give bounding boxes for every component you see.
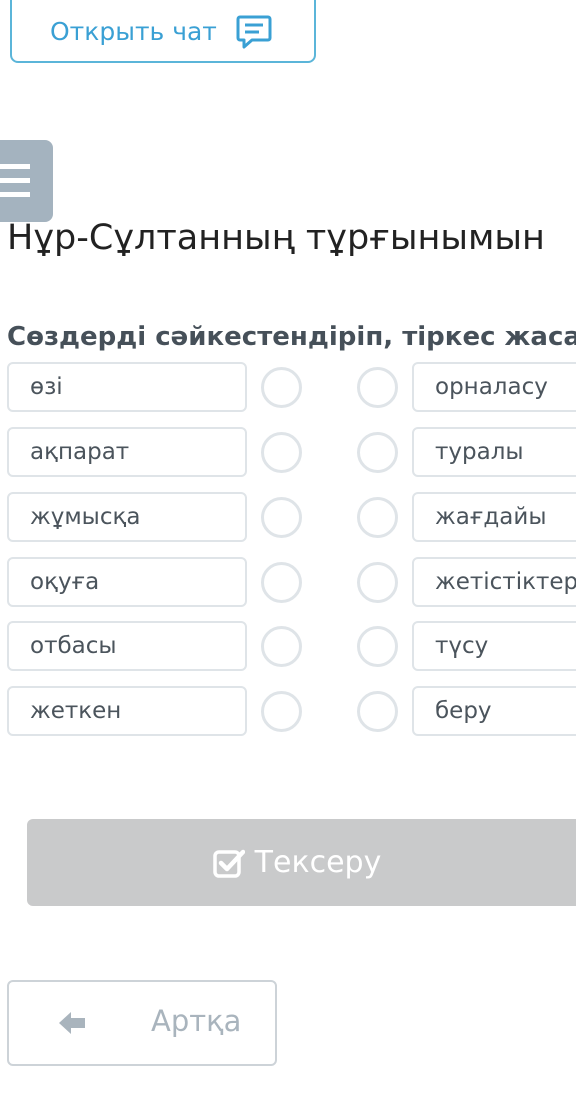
task-instruction: Сөздерді сәйкестендіріп, тіркес жаса. (7, 322, 576, 352)
right-connector-circle[interactable] (357, 626, 398, 667)
left-connector-circle[interactable] (261, 367, 302, 408)
right-word-item[interactable]: туралы (412, 427, 576, 477)
right-word-item[interactable]: жағдайы (412, 492, 576, 542)
left-connector-circle[interactable] (261, 691, 302, 732)
arrow-left-icon (57, 1009, 87, 1041)
left-word-item[interactable]: ақпарат (7, 427, 247, 477)
left-word-item[interactable]: өзі (7, 362, 247, 412)
open-chat-button[interactable]: Открыть чат (10, 0, 316, 63)
left-connector-circle[interactable] (261, 497, 302, 538)
chat-bubble-icon (235, 13, 273, 51)
checkbox-check-icon (212, 848, 255, 878)
back-button[interactable]: Артқа (7, 980, 277, 1066)
right-connector-circle[interactable] (357, 562, 398, 603)
left-word-item[interactable]: жұмысқа (7, 492, 247, 542)
check-button-label: Тексеру (254, 845, 382, 880)
page-title: Нұр-Сұлтанның тұрғынымын (7, 218, 545, 258)
left-connector-circle[interactable] (261, 626, 302, 667)
menu-button[interactable] (0, 140, 53, 222)
left-connector-circle[interactable] (261, 432, 302, 473)
right-word-item[interactable]: орналасу (412, 362, 576, 412)
back-button-label: Артқа (151, 1004, 242, 1038)
check-button[interactable]: Тексеру (27, 819, 576, 906)
right-word-item[interactable]: жетістіктері (412, 557, 576, 607)
right-connector-circle[interactable] (357, 432, 398, 473)
left-word-item[interactable]: отбасы (7, 621, 247, 671)
right-word-item[interactable]: түсу (412, 621, 576, 671)
right-connector-circle[interactable] (357, 691, 398, 732)
right-connector-circle[interactable] (357, 497, 398, 538)
page: Открыть чат Нұр-Сұлтанның тұрғынымын Сөз… (0, 0, 576, 1094)
left-word-item[interactable]: жеткен (7, 686, 247, 736)
left-word-item[interactable]: оқуға (7, 557, 247, 607)
open-chat-label: Открыть чат (50, 17, 217, 46)
right-word-item[interactable]: беру (412, 686, 576, 736)
right-connector-circle[interactable] (357, 367, 398, 408)
left-connector-circle[interactable] (261, 562, 302, 603)
